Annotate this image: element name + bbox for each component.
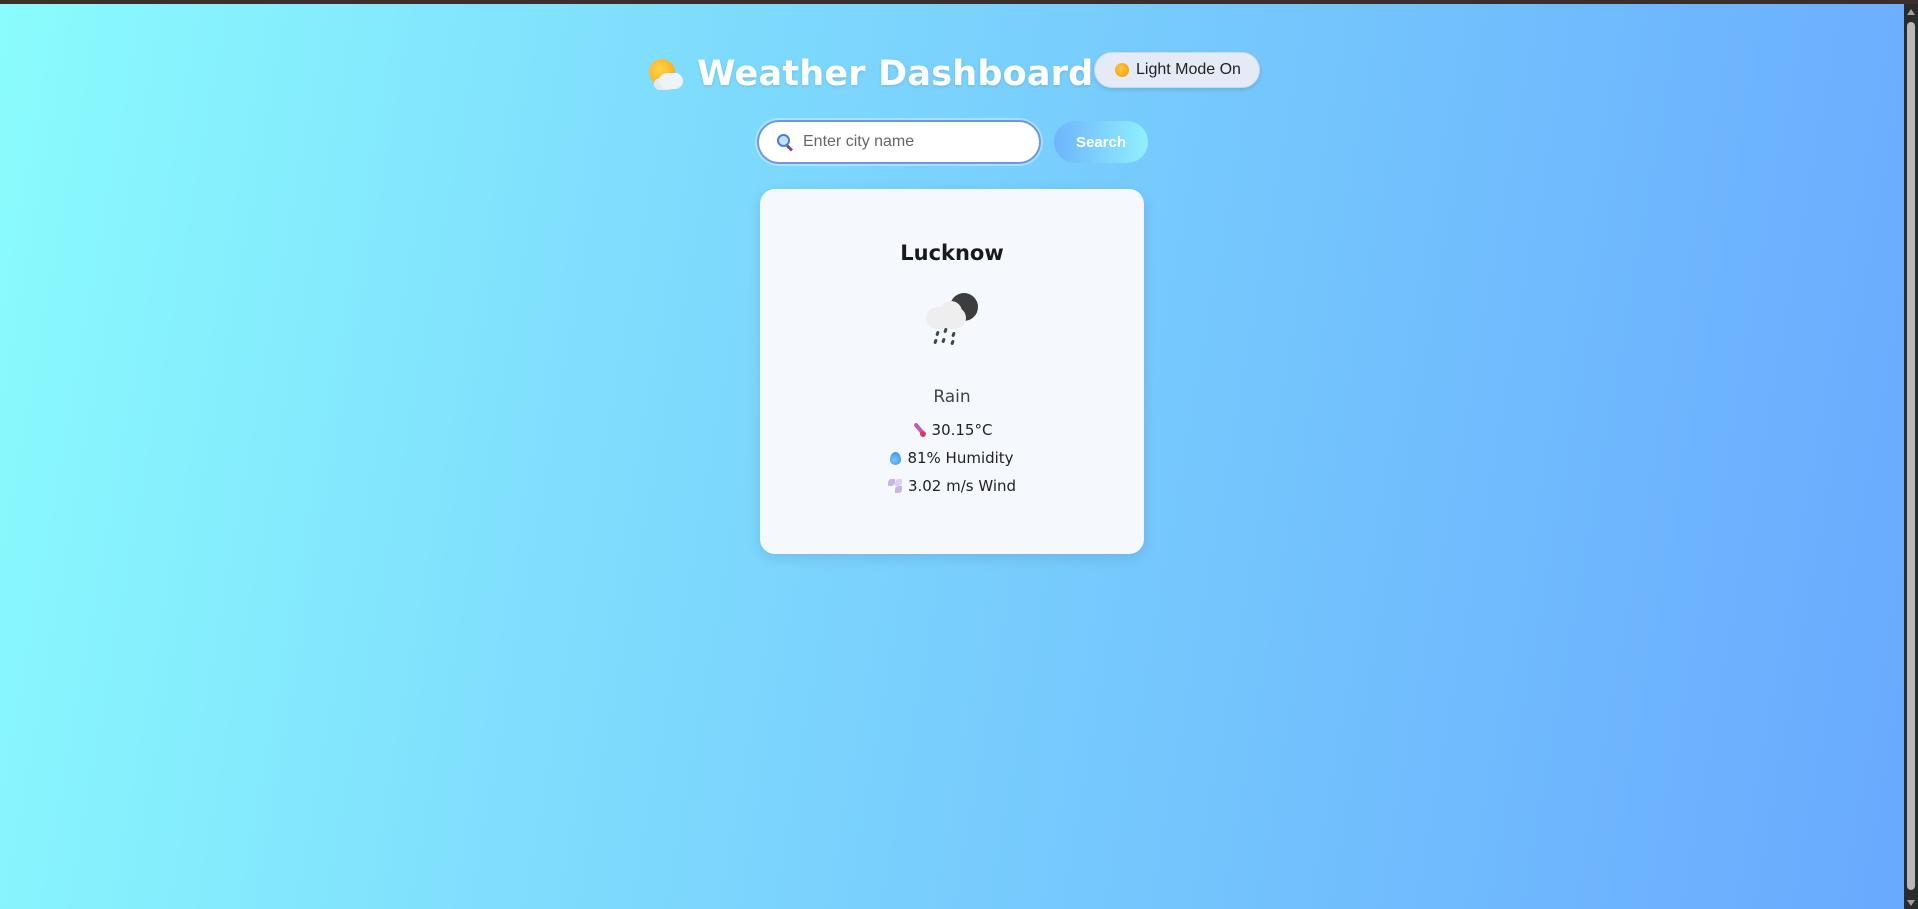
rain-night-icon: [922, 293, 982, 349]
scroll-up-arrow-icon[interactable]: [1907, 9, 1915, 15]
sun-behind-cloud-icon: [645, 55, 683, 93]
city-search-input[interactable]: [801, 132, 1025, 152]
page-title: Weather Dashboard: [697, 54, 1094, 94]
header: Weather Dashboard: [645, 54, 1093, 94]
droplet-icon: [890, 451, 902, 465]
wind-row: 3.02 m/s Wind: [760, 477, 1144, 495]
humidity-value: 81% Humidity: [907, 449, 1014, 467]
weather-condition: Rain: [933, 387, 971, 407]
search-button[interactable]: Search: [1054, 121, 1148, 163]
scroll-down-arrow-icon[interactable]: [1907, 900, 1915, 906]
city-name: Lucknow: [900, 241, 1004, 265]
page-background: Weather Dashboard Light Mode On Search L…: [0, 4, 1904, 909]
scrollbar-thumb[interactable]: [1907, 22, 1915, 890]
page-scrollbar[interactable]: [1904, 4, 1918, 909]
search-field[interactable]: [757, 120, 1041, 164]
weather-card: Lucknow Rain 30.15°C 81% Humidity 3.02 m…: [760, 189, 1144, 554]
wind-value: 3.02 m/s Wind: [907, 477, 1017, 495]
temperature-row: 30.15°C: [760, 421, 1144, 439]
search-icon: [777, 134, 794, 152]
temperature-value: 30.15°C: [931, 421, 993, 439]
theme-toggle-label: Light Mode On: [1136, 61, 1241, 78]
sun-icon: [1115, 63, 1129, 77]
thermometer-icon: [912, 422, 926, 437]
humidity-row: 81% Humidity: [760, 449, 1144, 467]
wind-icon: [887, 479, 902, 493]
theme-toggle-button[interactable]: Light Mode On: [1094, 52, 1260, 88]
